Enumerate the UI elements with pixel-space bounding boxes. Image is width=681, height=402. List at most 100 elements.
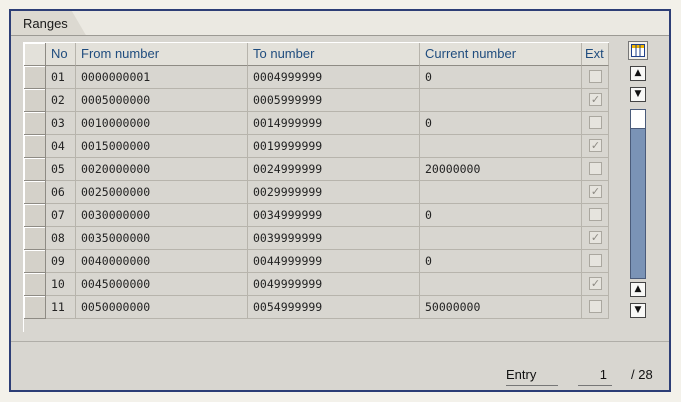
row-selector[interactable]: [24, 158, 46, 181]
cell-from-number[interactable]: 0015000000: [76, 135, 248, 158]
cell-current-number[interactable]: [420, 181, 582, 204]
cell-from-number[interactable]: 0010000000: [76, 112, 248, 135]
table-row[interactable]: 07 0030000000 0034999999 0: [24, 204, 609, 227]
cell-to-number[interactable]: 0039999999: [248, 227, 420, 250]
cell-current-number[interactable]: 0: [420, 204, 582, 227]
cell-to-number[interactable]: 0019999999: [248, 135, 420, 158]
row-selector[interactable]: [24, 135, 46, 158]
footer-divider: [11, 341, 669, 342]
cell-ext: ✓: [582, 135, 609, 158]
ext-checkbox[interactable]: ✓: [589, 93, 602, 106]
cell-current-number[interactable]: [420, 227, 582, 250]
cell-current-number[interactable]: 50000000: [420, 296, 582, 319]
ext-checkbox[interactable]: ✓: [589, 139, 602, 152]
row-selector[interactable]: [24, 112, 46, 135]
tab-ranges[interactable]: Ranges: [11, 11, 86, 35]
col-header-current[interactable]: Current number: [420, 43, 582, 66]
cell-to-number[interactable]: 0034999999: [248, 204, 420, 227]
cell-from-number[interactable]: 0040000000: [76, 250, 248, 273]
table-row[interactable]: 03 0010000000 0014999999 0: [24, 112, 609, 135]
cell-to-number[interactable]: 0029999999: [248, 181, 420, 204]
cell-no: 03: [46, 112, 76, 135]
scroll-page-down-button[interactable]: ▼: [630, 87, 646, 102]
ext-checkbox[interactable]: [589, 70, 602, 83]
table-row[interactable]: 08 0035000000 0039999999 ✓: [24, 227, 609, 250]
select-all-button[interactable]: [24, 43, 46, 66]
cell-from-number[interactable]: 0020000000: [76, 158, 248, 181]
row-selector[interactable]: [24, 204, 46, 227]
col-header-to[interactable]: To number: [248, 43, 420, 66]
cell-from-number[interactable]: 0045000000: [76, 273, 248, 296]
row-selector[interactable]: [24, 181, 46, 204]
table-row[interactable]: 11 0050000000 0054999999 50000000: [24, 296, 609, 319]
col-header-from[interactable]: From number: [76, 43, 248, 66]
column-config-button[interactable]: [628, 41, 648, 60]
row-selector[interactable]: [24, 273, 46, 296]
scrollbar-track[interactable]: [630, 109, 646, 279]
cell-current-number[interactable]: 0: [420, 250, 582, 273]
scrollbar-thumb[interactable]: [630, 109, 646, 129]
cell-ext: [582, 66, 609, 89]
cell-to-number[interactable]: 0014999999: [248, 112, 420, 135]
scroll-bottom-button[interactable]: ▼: [630, 303, 646, 318]
cell-from-number[interactable]: 0035000000: [76, 227, 248, 250]
cell-current-number[interactable]: 0: [420, 112, 582, 135]
cell-ext: [582, 158, 609, 181]
cell-ext: [582, 112, 609, 135]
row-selector[interactable]: [24, 66, 46, 89]
scroll-top-button[interactable]: ▲: [630, 66, 646, 81]
ext-checkbox[interactable]: [589, 208, 602, 221]
scroll-down-icon: ▼: [634, 305, 642, 315]
table-header-row: No From number To number Current number …: [24, 43, 609, 66]
ext-checkbox[interactable]: ✓: [589, 185, 602, 198]
cell-no: 11: [46, 296, 76, 319]
entry-label-underline: [506, 385, 558, 386]
cell-to-number[interactable]: 0024999999: [248, 158, 420, 181]
cell-no: 01: [46, 66, 76, 89]
cell-current-number[interactable]: 0: [420, 66, 582, 89]
entry-field-underline: [578, 385, 612, 386]
ext-checkbox[interactable]: [589, 116, 602, 129]
cell-to-number[interactable]: 0005999999: [248, 89, 420, 112]
cell-no: 10: [46, 273, 76, 296]
entry-field[interactable]: 1: [591, 367, 607, 382]
cell-from-number[interactable]: 0000000001: [76, 66, 248, 89]
cell-from-number[interactable]: 0050000000: [76, 296, 248, 319]
cell-to-number[interactable]: 0049999999: [248, 273, 420, 296]
table-row[interactable]: 05 0020000000 0024999999 20000000: [24, 158, 609, 181]
cell-ext: [582, 296, 609, 319]
cell-current-number[interactable]: [420, 89, 582, 112]
cell-current-number[interactable]: [420, 273, 582, 296]
cell-from-number[interactable]: 0030000000: [76, 204, 248, 227]
row-selector[interactable]: [24, 296, 46, 319]
cell-to-number[interactable]: 0054999999: [248, 296, 420, 319]
table-row[interactable]: 02 0005000000 0005999999 ✓: [24, 89, 609, 112]
table-row[interactable]: 09 0040000000 0044999999 0: [24, 250, 609, 273]
cell-current-number[interactable]: [420, 135, 582, 158]
row-selector[interactable]: [24, 89, 46, 112]
scroll-up-icon: ▲: [634, 284, 642, 294]
cell-current-number[interactable]: 20000000: [420, 158, 582, 181]
table-row[interactable]: 01 0000000001 0004999999 0: [24, 66, 609, 89]
cell-from-number[interactable]: 0005000000: [76, 89, 248, 112]
tab-divider: [11, 35, 669, 36]
table-row[interactable]: 06 0025000000 0029999999 ✓: [24, 181, 609, 204]
scroll-down-icon: ▼: [634, 89, 642, 99]
col-header-ext[interactable]: Ext: [582, 43, 609, 66]
ext-checkbox[interactable]: [589, 254, 602, 267]
cell-ext: ✓: [582, 181, 609, 204]
row-selector[interactable]: [24, 227, 46, 250]
cell-to-number[interactable]: 0004999999: [248, 66, 420, 89]
table-row[interactable]: 04 0015000000 0019999999 ✓: [24, 135, 609, 158]
table-row[interactable]: 10 0045000000 0049999999 ✓: [24, 273, 609, 296]
row-selector[interactable]: [24, 250, 46, 273]
scroll-page-up-button[interactable]: ▲: [630, 282, 646, 297]
col-header-no[interactable]: No: [46, 43, 76, 66]
cell-to-number[interactable]: 0044999999: [248, 250, 420, 273]
cell-from-number[interactable]: 0025000000: [76, 181, 248, 204]
ext-checkbox[interactable]: [589, 300, 602, 313]
ext-checkbox[interactable]: [589, 162, 602, 175]
ext-checkbox[interactable]: ✓: [589, 277, 602, 290]
ext-checkbox[interactable]: ✓: [589, 231, 602, 244]
cell-no: 04: [46, 135, 76, 158]
